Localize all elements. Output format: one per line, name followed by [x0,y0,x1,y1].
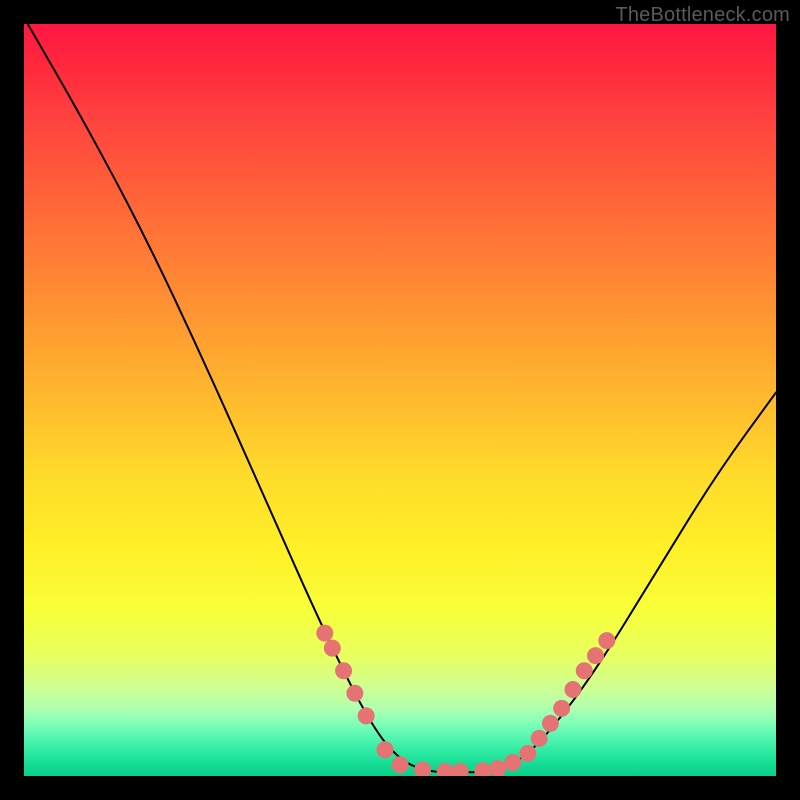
highlight-dot [335,662,352,679]
highlight-dot [489,760,506,776]
highlight-dot [504,754,521,771]
highlight-dot [414,761,431,776]
highlight-dot [531,730,548,747]
highlight-dot [452,763,469,776]
highlight-dot [587,647,604,664]
watermark-text: TheBottleneck.com [615,4,790,27]
highlight-dot [542,715,559,732]
highlight-dot [324,640,341,657]
highlight-dot [598,632,615,649]
highlight-dot [564,681,581,698]
highlight-dots-group [316,625,615,776]
bottleneck-curve-path [28,24,776,772]
highlight-dot [346,685,363,702]
chart-svg [24,24,776,776]
highlight-dot [576,662,593,679]
highlight-dot [358,707,375,724]
highlight-dot [376,741,393,758]
highlight-dot [392,756,409,773]
highlight-dot [519,745,536,762]
highlight-dot [437,763,454,776]
plot-area [24,24,776,776]
highlight-dot [474,762,491,776]
chart-container: TheBottleneck.com [0,0,800,800]
highlight-dot [316,625,333,642]
highlight-dot [553,700,570,717]
